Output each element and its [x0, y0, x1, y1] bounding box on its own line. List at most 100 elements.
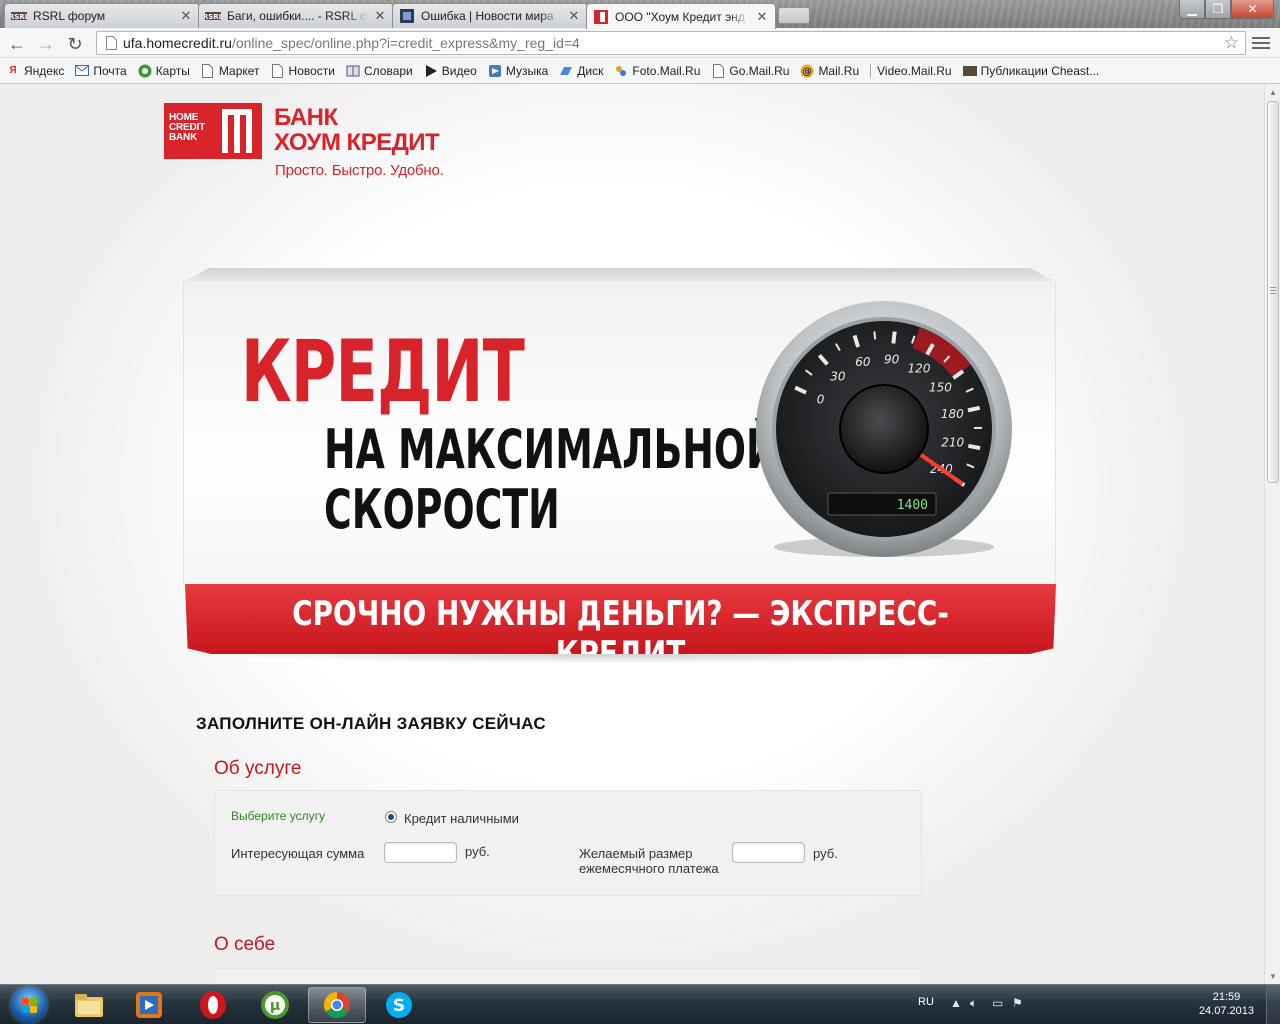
taskbar-opera[interactable]: [184, 987, 242, 1023]
maps-icon: [138, 64, 152, 78]
banner-line-1: НА МАКСИМАЛЬНОЙ: [324, 418, 778, 481]
bookmarks-bar: Я Яндекс Почта Карты Маркет Новости Слова…: [0, 58, 1280, 84]
network-icon[interactable]: ▭: [992, 996, 1003, 1010]
bookmark-publications[interactable]: Публикации Cheast...: [962, 64, 1099, 78]
speedometer-tick-label: 210: [941, 436, 964, 450]
bookmark-separator: [870, 63, 872, 78]
mail-icon: [75, 64, 90, 78]
show-hidden-icons-icon[interactable]: ▲: [950, 996, 962, 1010]
reload-button[interactable]: ↻: [64, 33, 86, 55]
tab-homecredit[interactable]: ООО "Хоум Кредит энд Ф ✕: [586, 3, 776, 29]
bookmark-video-mail[interactable]: Video.Mail.Ru: [877, 64, 951, 78]
amount-input[interactable]: [384, 842, 457, 863]
restore-icon: ❐: [1212, 2, 1224, 16]
about-panel: [214, 968, 922, 984]
page-icon: [103, 35, 119, 51]
service-label: Выберите услугу: [231, 809, 326, 823]
vertical-scrollbar[interactable]: ▲ ▼: [1264, 84, 1280, 984]
bookmark-news[interactable]: Новости: [271, 63, 335, 78]
action-center-flag-icon[interactable]: ⚑: [1012, 996, 1023, 1010]
banner-headline: КРЕДИТ: [241, 322, 525, 422]
speedometer-tick: [873, 331, 877, 340]
service-radio-cash-loan[interactable]: [385, 811, 397, 823]
banner-line-2: СКОРОСТИ: [324, 478, 560, 541]
tab-rsrl-forum[interactable]: RSRL RSRL форум ✕: [4, 3, 200, 28]
rsrl-favicon: [962, 64, 977, 78]
windows-logo-icon: [11, 987, 47, 1023]
start-button[interactable]: [6, 986, 52, 1024]
close-icon[interactable]: ✕: [373, 8, 387, 24]
logo-slogan: Просто. Быстро. Удобно.: [275, 162, 444, 179]
volume-icon[interactable]: 🔈︎: [970, 996, 977, 1011]
chrome-icon: [323, 991, 350, 1019]
url-host: ufa.homecredit.ru: [123, 35, 232, 51]
scroll-down-icon[interactable]: ▼: [1265, 968, 1280, 984]
bookmark-go-mail[interactable]: Go.Mail.Ru: [711, 63, 789, 78]
svg-text:S: S: [393, 996, 405, 1016]
back-button[interactable]: ←: [6, 33, 28, 55]
yandex-icon: Я: [9, 65, 17, 76]
scroll-up-icon[interactable]: ▲: [1265, 84, 1280, 100]
bookmark-label: Mail.Ru: [818, 63, 860, 78]
page-viewport: HOME CREDIT BANK БАНК ХОУМ КРЕДИТ Просто…: [0, 84, 1280, 984]
promo-banner[interactable]: КРЕДИТ НА МАКСИМАЛЬНОЙ СКОРОСТИ 0 30 60 …: [183, 268, 1056, 664]
tab-title: ООО "Хоум Кредит энд Ф: [615, 9, 749, 24]
bookmark-maps[interactable]: Карты: [138, 64, 190, 78]
bookmark-foto-mail[interactable]: Foto.Mail.Ru: [614, 64, 700, 78]
clock[interactable]: 21:59 24.07.2013: [1199, 990, 1254, 1018]
forward-button[interactable]: →: [35, 33, 57, 55]
bookmark-music[interactable]: Музыка: [488, 64, 548, 78]
section-title-about: О себе: [214, 934, 276, 955]
service-option-label[interactable]: Кредит наличными: [404, 811, 519, 826]
bookmark-mailru[interactable]: @ Mail.Ru: [800, 64, 859, 78]
minimize-button[interactable]: ▁: [1179, 0, 1205, 19]
page-icon: [711, 63, 725, 78]
amount-label: Интересующая сумма: [231, 846, 365, 861]
language-indicator[interactable]: RU: [918, 996, 934, 1008]
show-desktop-button[interactable]: [1266, 985, 1280, 1024]
bookmark-label: Словари: [363, 63, 413, 78]
close-window-button[interactable]: ✕: [1231, 0, 1274, 19]
svg-text:RSRL: RSRL: [205, 13, 221, 21]
dictionary-icon: [346, 64, 360, 78]
maximize-button[interactable]: ❐: [1205, 0, 1231, 19]
speedometer-tick: [967, 443, 981, 451]
bookmark-label: Яндекс: [24, 63, 65, 78]
windows-taskbar: µ S RU ▲ 🔈︎ ▭ ⚑ 21:59 24.07.2013: [0, 984, 1280, 1024]
explorer-icon: [75, 994, 103, 1017]
close-icon[interactable]: ✕: [755, 9, 769, 25]
taskbar-utorrent[interactable]: µ: [246, 987, 304, 1023]
media-player-icon: [136, 992, 162, 1018]
logo-bank-name: БАНК ХОУМ КРЕДИТ: [274, 104, 440, 156]
chrome-menu-button[interactable]: [1252, 34, 1270, 52]
system-tray: RU ▲ 🔈︎ ▭ ⚑ 21:59 24.07.2013: [918, 985, 1280, 1024]
taskbar-chrome[interactable]: [308, 987, 366, 1023]
address-bar[interactable]: ufa.homecredit.ru/online_spec/online.php…: [96, 31, 1246, 55]
close-icon[interactable]: ✕: [179, 8, 193, 24]
monthly-payment-input[interactable]: [732, 842, 805, 863]
bookmark-market[interactable]: Маркет: [201, 63, 260, 78]
taskbar-media-player[interactable]: [120, 987, 178, 1023]
svg-text:1400: 1400: [897, 498, 928, 513]
utorrent-icon: µ: [261, 991, 289, 1019]
tab-news-error[interactable]: Ошибка | Новости мира ✕: [392, 3, 588, 28]
speedometer-tick-label: 30: [830, 369, 846, 383]
new-tab-button[interactable]: [778, 7, 810, 24]
close-icon[interactable]: ✕: [567, 8, 581, 24]
speedometer-icon: 0306090120150180210240 1400: [756, 301, 1012, 557]
bookmark-video[interactable]: Видео: [424, 64, 477, 78]
window-controls: ▁ ❐ ✕: [1179, 0, 1274, 19]
bookmark-dictionaries[interactable]: Словари: [346, 64, 413, 78]
bookmark-mail[interactable]: Почта: [75, 64, 127, 78]
bookmark-star-icon[interactable]: ☆: [1224, 33, 1239, 53]
bookmark-label: Маркет: [218, 63, 260, 78]
bookmark-yandex[interactable]: Я Яндекс: [6, 64, 64, 78]
rsrl-favicon: RSRL: [205, 8, 221, 24]
svg-text:@: @: [802, 66, 812, 77]
bookmark-disk[interactable]: Диск: [559, 64, 603, 78]
taskbar-explorer[interactable]: [60, 987, 118, 1023]
minimize-icon: ▁: [1187, 2, 1197, 16]
scroll-thumb[interactable]: [1267, 101, 1279, 483]
taskbar-skype[interactable]: S: [370, 987, 428, 1023]
tab-rsrl-bugs[interactable]: RSRL Баги, ошибки.... - RSRL ф ✕: [198, 3, 394, 28]
